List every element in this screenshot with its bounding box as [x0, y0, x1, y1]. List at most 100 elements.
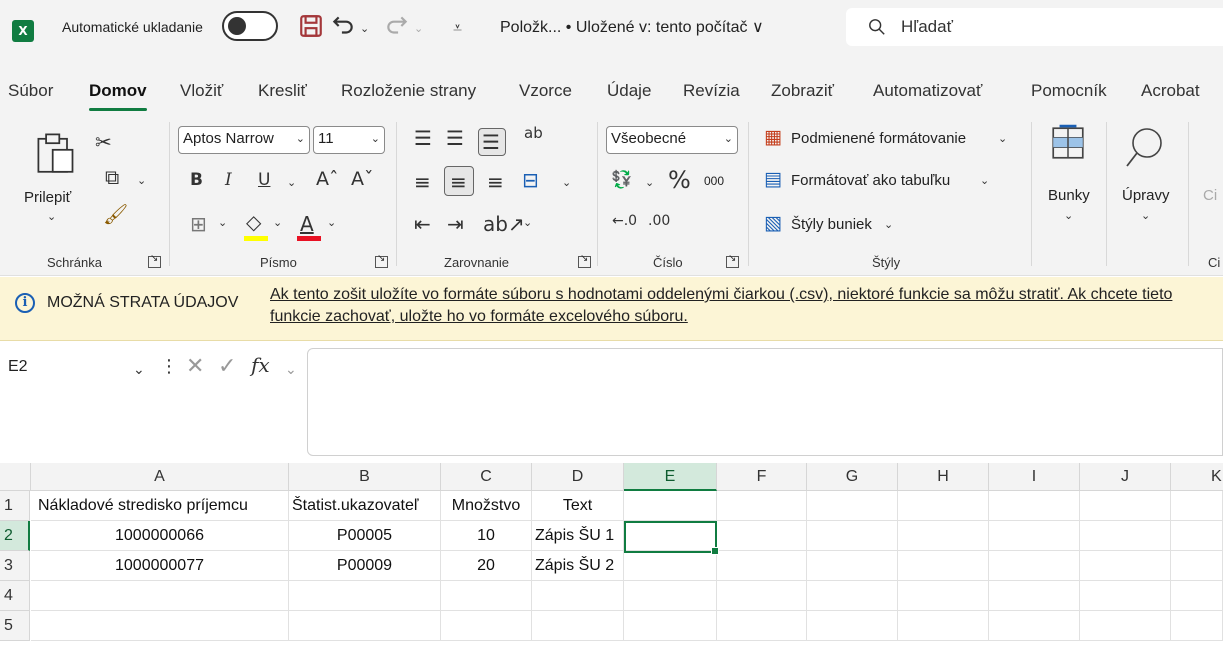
copy-dropdown-icon[interactable]: ⌄: [137, 174, 146, 187]
align-bottom-icon[interactable]: ☰: [482, 132, 500, 152]
function-dropdown-icon[interactable]: ⌄: [285, 361, 297, 378]
fill-color-dropdown-icon[interactable]: ⌄: [273, 216, 282, 229]
cell-J2[interactable]: [1080, 521, 1171, 551]
cell-I3[interactable]: [989, 551, 1080, 581]
cell-F3[interactable]: [717, 551, 807, 581]
cell-I4[interactable]: [989, 581, 1080, 611]
redo-dropdown-icon[interactable]: ⌄: [414, 22, 423, 35]
column-header[interactable]: B: [289, 463, 441, 491]
tab-vlozit[interactable]: Vložiť: [180, 81, 223, 101]
cell-B5[interactable]: [289, 611, 441, 641]
cell-D1[interactable]: Text: [532, 491, 624, 521]
column-header[interactable]: F: [717, 463, 807, 491]
cell-E4[interactable]: [624, 581, 717, 611]
tab-udaje[interactable]: Údaje: [607, 81, 651, 101]
save-icon[interactable]: [298, 13, 324, 39]
cell-H5[interactable]: [898, 611, 989, 641]
cell-I1[interactable]: [989, 491, 1080, 521]
conditional-formatting-icon[interactable]: ▦: [764, 128, 782, 147]
cell-D5[interactable]: [532, 611, 624, 641]
borders-icon[interactable]: ⊞: [190, 214, 207, 234]
cell-styles-dropdown-icon[interactable]: ⌄: [884, 218, 893, 231]
cell-G5[interactable]: [807, 611, 898, 641]
name-box-dropdown-icon[interactable]: ⌄: [133, 361, 145, 378]
align-center-icon[interactable]: ≡: [450, 172, 467, 192]
active-cell-selection[interactable]: [624, 521, 719, 555]
editing-dropdown-icon[interactable]: ⌄: [1141, 209, 1150, 222]
align-middle-icon[interactable]: ☰: [446, 128, 464, 148]
customize-quick-access-icon[interactable]: ⩡: [453, 20, 462, 36]
paste-icon[interactable]: [34, 130, 78, 174]
document-title[interactable]: Položk... • Uložené v: tento počítač ∨: [500, 17, 764, 37]
cell-I2[interactable]: [989, 521, 1080, 551]
cells-dropdown-icon[interactable]: ⌄: [1064, 209, 1073, 222]
column-header-selected[interactable]: E: [624, 463, 717, 491]
font-size-dropdown[interactable]: 11 ⌄: [313, 126, 385, 154]
row-header-selected[interactable]: 2: [0, 521, 30, 551]
tab-automatizovat[interactable]: Automatizovať: [873, 81, 982, 101]
row-header[interactable]: 4: [0, 581, 30, 611]
cell-C2[interactable]: 10: [441, 521, 532, 551]
accounting-dropdown-icon[interactable]: ⌄: [645, 176, 654, 189]
cell-B3[interactable]: P00009: [289, 551, 441, 581]
accounting-format-icon[interactable]: 💱: [611, 172, 632, 189]
column-header[interactable]: C: [441, 463, 532, 491]
cell-C1[interactable]: Množstvo: [441, 491, 532, 521]
cut-off-ribbon-item[interactable]: Ci: [1203, 187, 1217, 204]
align-top-icon[interactable]: ☰: [414, 128, 432, 148]
cell-C4[interactable]: [441, 581, 532, 611]
italic-icon[interactable]: I: [225, 172, 232, 189]
decrease-font-size-icon[interactable]: Aˇ: [351, 170, 374, 189]
row-header[interactable]: 1: [0, 491, 30, 521]
cell-G3[interactable]: [807, 551, 898, 581]
editing-label[interactable]: Úpravy: [1122, 187, 1170, 204]
font-launcher-icon[interactable]: [375, 253, 388, 268]
undo-icon[interactable]: [330, 13, 356, 39]
select-all-corner[interactable]: [0, 463, 31, 491]
tab-subor[interactable]: Súbor: [8, 81, 53, 101]
cell-G2[interactable]: [807, 521, 898, 551]
format-as-table-button[interactable]: Formátovať ako tabuľku: [791, 172, 950, 189]
row-header[interactable]: 5: [0, 611, 30, 641]
column-header[interactable]: D: [532, 463, 624, 491]
tab-rozlozenie-strany[interactable]: Rozloženie strany: [341, 81, 476, 101]
cell-D4[interactable]: [532, 581, 624, 611]
align-left-icon[interactable]: ≡: [414, 172, 431, 192]
cut-icon[interactable]: ✂: [95, 132, 112, 152]
clipboard-launcher-icon[interactable]: [148, 253, 161, 268]
merge-dropdown-icon[interactable]: ⌄: [562, 176, 571, 189]
name-box[interactable]: E2: [8, 358, 28, 376]
comma-style-icon[interactable]: 000: [704, 174, 724, 188]
cell-E3[interactable]: [624, 551, 717, 581]
number-launcher-icon[interactable]: [726, 253, 739, 268]
orientation-dropdown-icon[interactable]: ⌄: [523, 216, 532, 229]
increase-font-size-icon[interactable]: Aˆ: [316, 170, 339, 189]
increase-indent-icon[interactable]: ⇥: [447, 214, 464, 234]
format-painter-icon[interactable]: 🖌: [103, 204, 128, 224]
cell-A3[interactable]: 1000000077: [31, 551, 289, 581]
column-header[interactable]: G: [807, 463, 898, 491]
cell-B4[interactable]: [289, 581, 441, 611]
cell-G1[interactable]: [807, 491, 898, 521]
cell-K1[interactable]: [1171, 491, 1223, 521]
cell-D2[interactable]: Zápis ŠU 1: [532, 521, 624, 551]
copy-icon[interactable]: ⧉: [105, 167, 119, 187]
insert-function-icon[interactable]: fx: [251, 355, 270, 375]
wrap-text-icon[interactable]: ab: [524, 126, 543, 141]
conditional-formatting-dropdown-icon[interactable]: ⌄: [998, 132, 1007, 145]
font-name-dropdown[interactable]: Aptos Narrow ⌄: [178, 126, 310, 154]
more-options-icon[interactable]: ⋮: [160, 358, 178, 376]
cell-E1[interactable]: [624, 491, 717, 521]
increase-decimal-icon[interactable]: ←.0: [612, 214, 637, 228]
paste-label[interactable]: Prilepiť: [24, 189, 71, 206]
column-header[interactable]: H: [898, 463, 989, 491]
cell-K5[interactable]: [1171, 611, 1223, 641]
cell-K3[interactable]: [1171, 551, 1223, 581]
cell-A2[interactable]: 1000000066: [31, 521, 289, 551]
cells-label[interactable]: Bunky: [1048, 187, 1090, 204]
cell-C5[interactable]: [441, 611, 532, 641]
tab-acrobat[interactable]: Acrobat: [1141, 81, 1200, 101]
merge-center-icon[interactable]: ⊟: [522, 170, 539, 190]
cell-I5[interactable]: [989, 611, 1080, 641]
paste-dropdown-icon[interactable]: ⌄: [47, 210, 56, 223]
